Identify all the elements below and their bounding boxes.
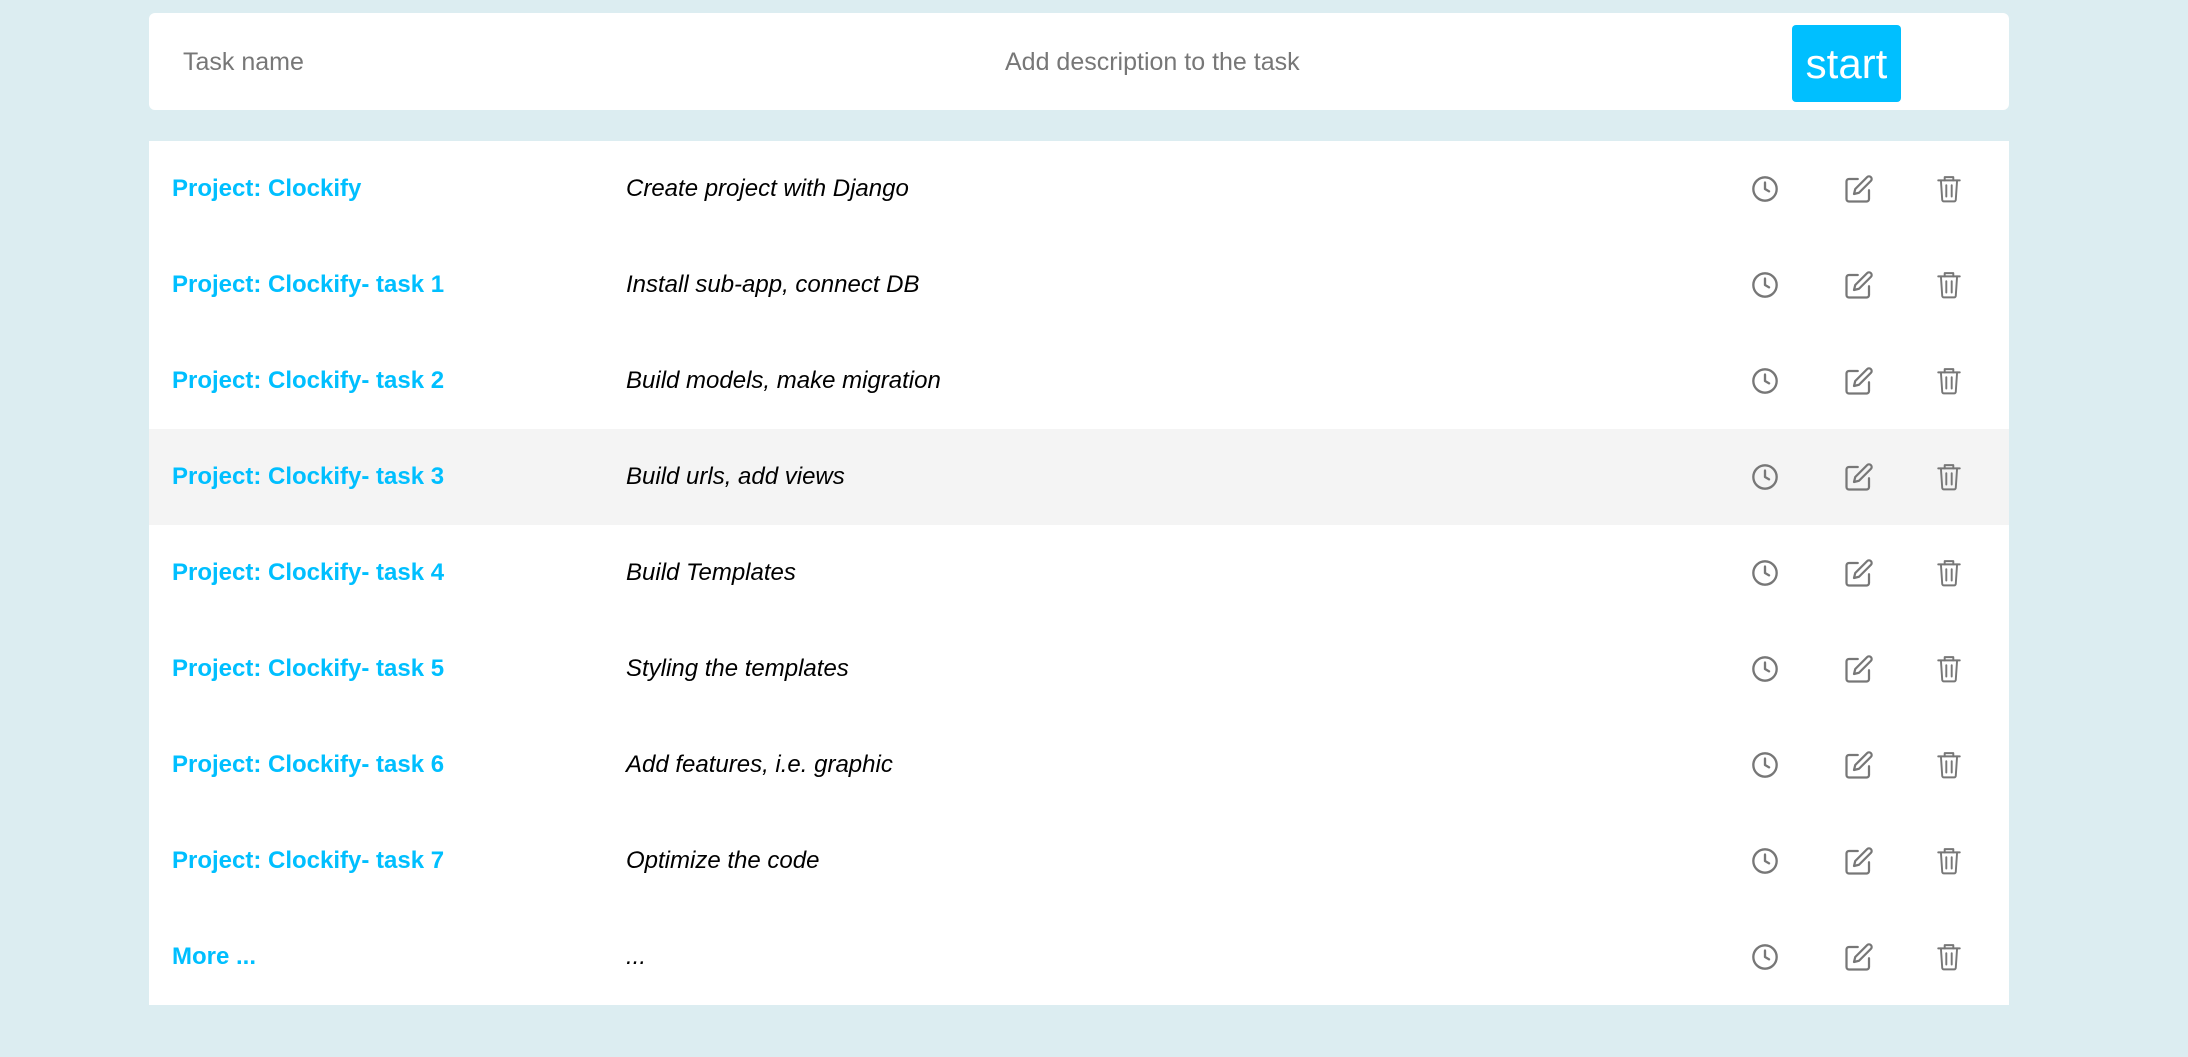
- task-row: Project: Clockify- task 3 Build urls, ad…: [149, 429, 2009, 525]
- task-description: Build urls, add views: [626, 463, 845, 490]
- clock-icon[interactable]: [1749, 941, 1781, 973]
- clock-icon[interactable]: [1749, 845, 1781, 877]
- edit-icon[interactable]: [1843, 173, 1875, 205]
- task-row: Project: Clockify- task 7 Optimize the c…: [149, 813, 2009, 909]
- clock-icon[interactable]: [1749, 269, 1781, 301]
- task-row: Project: Clockify- task 5 Styling the te…: [149, 621, 2009, 717]
- clock-icon[interactable]: [1749, 653, 1781, 685]
- task-project-link[interactable]: Project: Clockify- task 7: [172, 813, 444, 909]
- task-description: Install sub-app, connect DB: [626, 271, 920, 298]
- edit-icon[interactable]: [1843, 269, 1875, 301]
- edit-icon[interactable]: [1843, 461, 1875, 493]
- task-row: Project: Clockify- task 2 Build models, …: [149, 333, 2009, 429]
- edit-icon[interactable]: [1843, 749, 1875, 781]
- trash-icon[interactable]: [1933, 557, 1965, 589]
- task-project-link[interactable]: More ...: [172, 909, 256, 1005]
- clock-icon[interactable]: [1749, 461, 1781, 493]
- task-description: Add features, i.e. graphic: [626, 751, 893, 778]
- task-row: Project: Clockify- task 4 Build Template…: [149, 525, 2009, 621]
- task-description: ...: [626, 943, 647, 970]
- edit-icon[interactable]: [1843, 845, 1875, 877]
- clock-icon[interactable]: [1749, 557, 1781, 589]
- edit-icon[interactable]: [1843, 365, 1875, 397]
- task-project-link[interactable]: Project: Clockify- task 3: [172, 429, 444, 525]
- task-row: Project: Clockify- task 1 Install sub-ap…: [149, 237, 2009, 333]
- trash-icon[interactable]: [1933, 653, 1965, 685]
- task-list: Project: Clockify Create project with Dj…: [149, 141, 2009, 1005]
- clock-icon[interactable]: [1749, 749, 1781, 781]
- trash-icon[interactable]: [1933, 461, 1965, 493]
- edit-icon[interactable]: [1843, 557, 1875, 589]
- edit-icon[interactable]: [1843, 941, 1875, 973]
- task-name-input[interactable]: [183, 37, 783, 87]
- task-project-link[interactable]: Project: Clockify- task 5: [172, 621, 444, 717]
- trash-icon[interactable]: [1933, 269, 1965, 301]
- task-project-link[interactable]: Project: Clockify: [172, 141, 361, 237]
- task-row: Project: Clockify Create project with Dj…: [149, 141, 2009, 237]
- task-description: Create project with Django: [626, 175, 909, 202]
- clock-icon[interactable]: [1749, 173, 1781, 205]
- task-description: Build models, make migration: [626, 367, 941, 394]
- task-project-link[interactable]: Project: Clockify- task 2: [172, 333, 444, 429]
- task-project-link[interactable]: Project: Clockify- task 1: [172, 237, 444, 333]
- trash-icon[interactable]: [1933, 173, 1965, 205]
- trash-icon[interactable]: [1933, 365, 1965, 397]
- new-task-bar: start: [149, 13, 2009, 110]
- task-description: Optimize the code: [626, 847, 820, 874]
- edit-icon[interactable]: [1843, 653, 1875, 685]
- trash-icon[interactable]: [1933, 749, 1965, 781]
- start-button[interactable]: start: [1792, 25, 1901, 102]
- clock-icon[interactable]: [1749, 365, 1781, 397]
- task-description: Build Templates: [626, 559, 796, 586]
- task-row: More ... ...: [149, 909, 2009, 1005]
- task-project-link[interactable]: Project: Clockify- task 6: [172, 717, 444, 813]
- task-description-input[interactable]: [1005, 37, 1605, 87]
- task-description: Styling the templates: [626, 655, 849, 682]
- task-project-link[interactable]: Project: Clockify- task 4: [172, 525, 444, 621]
- trash-icon[interactable]: [1933, 845, 1965, 877]
- trash-icon[interactable]: [1933, 941, 1965, 973]
- task-row: Project: Clockify- task 6 Add features, …: [149, 717, 2009, 813]
